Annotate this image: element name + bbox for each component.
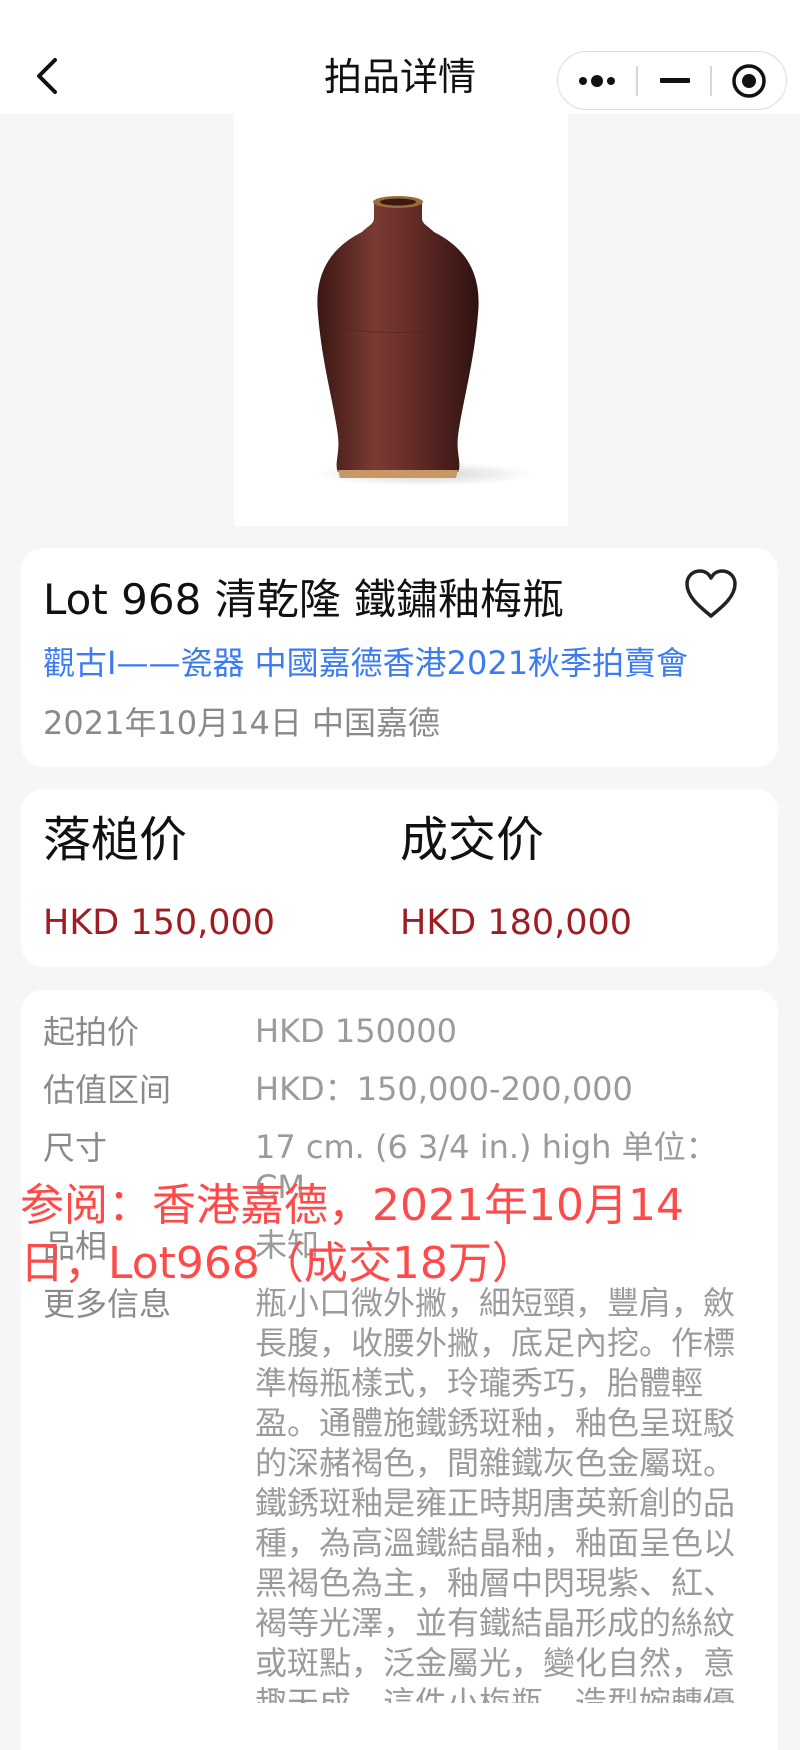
vase-image	[314, 196, 534, 486]
target-circle-icon	[732, 63, 766, 98]
minimize-icon	[660, 77, 690, 83]
close-button[interactable]	[712, 52, 786, 109]
estimate-value: HKD：150,000-200,000	[255, 1070, 633, 1108]
price-card: 落槌价 HKD 150,000 成交价 HKD 180,000	[21, 789, 778, 967]
mini-program-capsule	[557, 51, 787, 110]
minimize-button[interactable]	[638, 52, 712, 109]
auction-date-house: 2021年10月14日 中国嘉德	[43, 704, 441, 742]
top-navigation-bar: 拍品详情	[0, 0, 800, 114]
more-button[interactable]	[560, 52, 634, 109]
lot-image[interactable]	[234, 114, 568, 526]
deal-price-label: 成交价	[400, 812, 545, 868]
more-info-value: 瓶小口微外撇，細短頸，豐肩，斂長腹，收腰外撇，底足內挖。作標準梅瓶樣式，玲瓏秀巧…	[255, 1284, 736, 1703]
estimate-label: 估值区间	[43, 1071, 172, 1109]
deal-price-value: HKD 180,000	[400, 903, 633, 943]
heart-outline-icon	[685, 569, 737, 618]
size-label: 尺寸	[43, 1129, 108, 1167]
hammer-price-value: HKD 150,000	[43, 903, 276, 943]
more-dots-icon	[579, 74, 615, 87]
reference-annotation: 参阅：香港嘉德，2021年10月14日，Lot968（成交18万）	[20, 1180, 684, 1289]
auction-session-link[interactable]: 觀古I——瓷器 中國嘉德香港2021秋季拍賣會	[43, 640, 688, 686]
hammer-price-label: 落槌价	[43, 812, 188, 868]
start-price-value: HKD 150000	[255, 1012, 458, 1050]
lot-title-card: Lot 968 清乾隆 鐵鏽釉梅瓶 觀古I——瓷器 中國嘉德香港2021秋季拍賣…	[21, 548, 778, 767]
lot-title: Lot 968 清乾隆 鐵鏽釉梅瓶	[43, 575, 565, 624]
favorite-button[interactable]	[681, 566, 745, 626]
start-price-label: 起拍价	[43, 1013, 140, 1051]
